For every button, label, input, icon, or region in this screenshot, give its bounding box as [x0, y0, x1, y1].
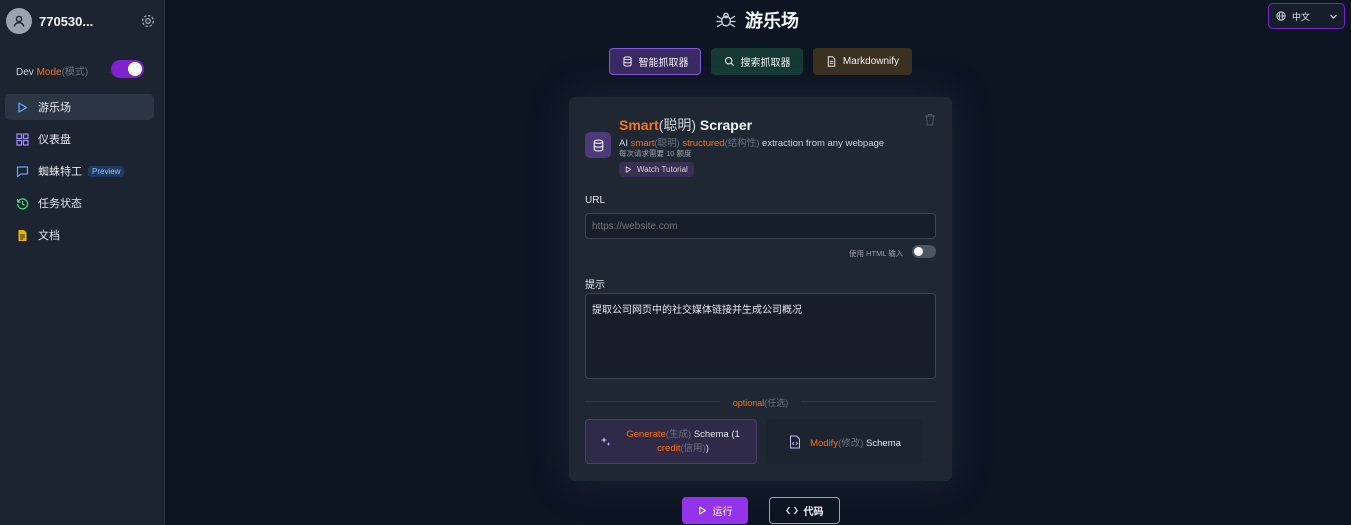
optional-label: optional(任选) [732, 398, 789, 408]
sidebar-item-label: 仪表盘 [38, 134, 71, 146]
sidebar-item-docs[interactable]: 文档 [5, 222, 154, 248]
tab-markdownify[interactable]: Markdownify [813, 48, 912, 75]
user-icon [13, 15, 25, 27]
avatar[interactable] [6, 8, 32, 34]
prompt-textarea[interactable]: 提取公司网页中的社交媒体链接并生成公司概况 [585, 293, 936, 379]
code-icon [785, 506, 798, 515]
dashboard-icon [16, 132, 29, 146]
trash-icon[interactable] [924, 113, 936, 126]
card-title: Smart(聪明) Scraper [619, 117, 753, 133]
file-icon [826, 56, 837, 67]
tab-search-scraper[interactable]: 搜索抓取器 [711, 48, 803, 75]
html-input-toggle[interactable] [912, 245, 936, 258]
run-button[interactable]: 运行 [682, 497, 748, 524]
sidebar-item-label: 文档 [38, 230, 60, 242]
tab-smart-scraper[interactable]: 智能抓取器 [609, 48, 701, 75]
user-profile[interactable]: 770530... [6, 8, 156, 36]
sidebar-item-task-status[interactable]: 任务状态 [5, 190, 154, 216]
tab-label: 搜索抓取器 [740, 58, 791, 69]
tab-label: 智能抓取器 [638, 58, 689, 69]
watch-tutorial-button[interactable]: Watch Tutorial [619, 162, 694, 177]
url-label: URL [585, 195, 606, 206]
sparkles-icon [601, 436, 611, 446]
play-icon [698, 506, 707, 515]
chevron-down-icon [1330, 14, 1337, 19]
card-description: AI smart(聪明) structured(结构性) extraction … [619, 138, 885, 149]
history-icon [16, 197, 29, 210]
sidebar-item-label: 任务状态 [38, 198, 82, 210]
html-input-label: 使用 HTML 输入 [849, 249, 904, 258]
spider-icon [716, 12, 736, 28]
code-button[interactable]: 代码 [769, 497, 840, 524]
generate-schema-button[interactable]: Generate(生成) Schema (1 credit(信用)) [585, 419, 757, 464]
globe-icon [1276, 11, 1286, 21]
language-select[interactable]: 中文 [1268, 3, 1345, 29]
generate-schema-label: Generate(生成) Schema (1 credit(信用)) [626, 428, 740, 454]
language-label: 中文 [1292, 11, 1311, 22]
run-label: 运行 [712, 507, 733, 518]
sidebar-item-spider-agent[interactable]: 蜘蛛特工 Preview [5, 158, 154, 184]
database-icon [622, 56, 633, 67]
play-icon [625, 166, 632, 173]
sidebar-item-playground[interactable]: 游乐场 [5, 94, 154, 120]
code-file-icon [789, 435, 801, 449]
search-icon [724, 56, 735, 67]
sidebar-item-label: 游乐场 [38, 102, 71, 114]
code-label: 代码 [803, 507, 824, 518]
preview-badge: Preview [88, 165, 125, 177]
gear-icon[interactable] [140, 13, 156, 29]
credits-info: 每次请求需要 10 额度 [619, 149, 692, 158]
dev-mode-label: Dev Mode(模式) [16, 67, 89, 78]
page-title: 游乐场 [715, 8, 799, 32]
modify-schema-label: Modify(修改) Schema [810, 437, 901, 449]
url-input[interactable] [585, 213, 936, 239]
smart-scraper-card: Smart(聪明) Scraper AI smart(聪明) structure… [569, 97, 952, 481]
sidebar-item-dashboard[interactable]: 仪表盘 [5, 126, 154, 152]
sidebar-item-label: 蜘蛛特工 [38, 166, 82, 178]
page-title-text: 游乐场 [745, 11, 799, 31]
dev-mode-toggle[interactable] [111, 60, 144, 78]
tab-label: Markdownify [842, 56, 900, 67]
sidebar: 770530... Dev Mode(模式) 游乐场 仪表盘 蜘蛛特工 Prev… [0, 0, 165, 525]
username: 770530... [39, 14, 94, 29]
document-icon [16, 229, 29, 242]
database-icon [585, 132, 611, 158]
prompt-label: 提示 [585, 280, 605, 291]
play-icon [16, 101, 29, 114]
chat-icon [16, 165, 29, 178]
watch-tutorial-label: Watch Tutorial [637, 165, 688, 174]
modify-schema-button[interactable]: Modify(修改) Schema [767, 419, 923, 464]
